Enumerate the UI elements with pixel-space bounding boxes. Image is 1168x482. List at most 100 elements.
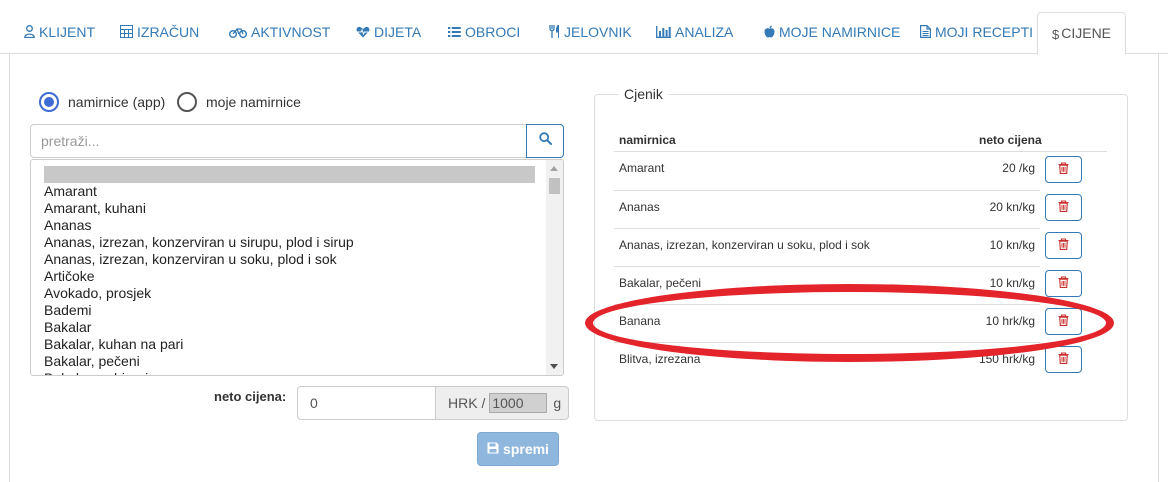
price-row-value: 10 kn/kg bbox=[989, 276, 1035, 290]
tab-label: KLIJENT bbox=[39, 24, 96, 40]
col-header-food: namirnica bbox=[619, 133, 676, 147]
food-list-option[interactable] bbox=[44, 166, 535, 183]
radio-app-foods[interactable]: namirnice (app) bbox=[39, 92, 165, 112]
save-button[interactable]: spremi bbox=[477, 432, 559, 466]
food-list-option[interactable]: Bakalar, pečeni bbox=[44, 353, 535, 370]
price-row-food: Ananas, izrezan, konzerviran u soku, plo… bbox=[619, 238, 870, 252]
food-list-option[interactable]: Avokado, prosjek bbox=[44, 285, 535, 302]
food-list-option[interactable]: Bakalar, kuhan na pari bbox=[44, 336, 535, 353]
tab-label: OBROCI bbox=[465, 24, 521, 40]
tab-label: ANALIZA bbox=[675, 24, 734, 40]
trash-icon bbox=[1058, 200, 1069, 215]
food-list-option[interactable]: Bakalar, pohirani bbox=[44, 370, 535, 375]
price-row-cells: Amarant 20 /kg bbox=[614, 152, 1040, 190]
food-list-option[interactable]: Ananas, izrezan, konzerviran u soku, plo… bbox=[44, 251, 535, 268]
net-price-label: neto cijena: bbox=[214, 389, 287, 404]
heartbeat-icon bbox=[356, 26, 370, 41]
price-table-header: namirnica neto cijena bbox=[614, 124, 1107, 152]
price-row-value: 10 hrk/kg bbox=[985, 314, 1035, 328]
trash-icon bbox=[1058, 276, 1069, 291]
tab-aktivnost[interactable]: AKTIVNOST bbox=[229, 14, 330, 54]
tab-label: MOJE NAMIRNICE bbox=[779, 24, 901, 40]
trash-icon bbox=[1058, 238, 1069, 253]
tab-obroci[interactable]: OBROCI bbox=[448, 14, 520, 54]
price-table-row: Ananas 20 kn/kg bbox=[614, 190, 1107, 228]
tab-label: DIJETA bbox=[374, 24, 422, 40]
save-label: spremi bbox=[503, 441, 549, 457]
price-row-cells: Bakalar, pečeni 10 kn/kg bbox=[614, 266, 1040, 304]
price-row-cells: Ananas 20 kn/kg bbox=[614, 190, 1040, 228]
radio-mine-label: moje namirnice bbox=[206, 94, 301, 110]
radio-my-foods[interactable]: moje namirnice bbox=[177, 92, 301, 112]
delete-price-button[interactable] bbox=[1045, 270, 1082, 297]
scroll-up-arrow-icon[interactable] bbox=[550, 166, 558, 171]
price-list-legend: Cjenik bbox=[618, 86, 669, 102]
quantity-input[interactable]: 1000 bbox=[489, 393, 548, 413]
search-input[interactable] bbox=[31, 125, 526, 157]
delete-price-button[interactable] bbox=[1045, 232, 1082, 259]
cutlery-icon bbox=[549, 23, 560, 41]
price-row-value: 20 /kg bbox=[1002, 161, 1035, 175]
scroll-down-arrow-icon[interactable] bbox=[550, 364, 558, 369]
tab-izracun[interactable]: IZRAČUN bbox=[120, 14, 199, 54]
net-price-input[interactable]: 0 bbox=[297, 386, 436, 420]
tab-dijeta[interactable]: DIJETA bbox=[356, 14, 421, 54]
tab-label: MOJI RECEPTI bbox=[935, 24, 1034, 40]
food-list-option[interactable]: Artičoke bbox=[44, 268, 535, 285]
food-list-option[interactable]: Ananas bbox=[44, 217, 535, 234]
tab-cijene[interactable]: $ CIJENE bbox=[1037, 12, 1127, 55]
food-list-option[interactable]: Ananas, izrezan, konzerviran u sirupu, p… bbox=[44, 234, 535, 251]
tab-label: IZRAČUN bbox=[137, 24, 200, 40]
tab-moje-namirnice[interactable]: MOJE NAMIRNICE bbox=[764, 14, 900, 54]
listbox-scrollbar[interactable] bbox=[546, 160, 563, 375]
search-button[interactable] bbox=[526, 124, 564, 158]
delete-price-button[interactable] bbox=[1045, 346, 1082, 373]
food-list-option[interactable]: Bademi bbox=[44, 302, 535, 319]
radio-checked-icon[interactable] bbox=[39, 92, 59, 112]
scroll-thumb[interactable] bbox=[549, 178, 560, 194]
delete-price-button[interactable] bbox=[1045, 308, 1082, 335]
trash-icon bbox=[1058, 314, 1069, 329]
price-row-food: Amarant bbox=[619, 161, 665, 175]
unit-label: g bbox=[553, 395, 562, 411]
food-list-option[interactable]: Amarant, kuhani bbox=[44, 200, 535, 217]
list-icon bbox=[448, 26, 461, 41]
tab-moji-recepti[interactable]: MOJI RECEPTI bbox=[920, 14, 1033, 54]
nav-tabs: KLIJENT IZRAČUN AKTIVNOST DIJETA OBROCI … bbox=[0, 0, 1168, 55]
price-row-cells: Blitva, izrezana 150 hrk/kg bbox=[614, 342, 1040, 380]
delete-price-button[interactable] bbox=[1045, 194, 1082, 221]
currency-label: HRK / bbox=[448, 395, 486, 411]
price-row-food: Bakalar, pečeni bbox=[619, 276, 702, 290]
price-table-row: Blitva, izrezana 150 hrk/kg bbox=[614, 342, 1107, 380]
trash-icon bbox=[1058, 162, 1069, 177]
price-table-body: Amarant 20 /kg Ananas 20 kn/kg Ananas, izrez… bbox=[614, 152, 1107, 380]
price-table-row: Bakalar, pečeni 10 kn/kg bbox=[614, 266, 1107, 304]
search-icon bbox=[538, 132, 552, 150]
apple-icon bbox=[764, 25, 775, 41]
price-unit-addon: HRK / 1000 g bbox=[436, 386, 569, 420]
tab-analiza[interactable]: ANALIZA bbox=[656, 14, 733, 54]
tab-label: AKTIVNOST bbox=[251, 24, 331, 40]
user-icon bbox=[24, 25, 35, 41]
food-search-group bbox=[30, 124, 564, 158]
tab-klijent[interactable]: KLIJENT bbox=[24, 14, 95, 54]
price-table-row: Amarant 20 /kg bbox=[614, 152, 1107, 190]
tab-jelovnik[interactable]: JELOVNIK bbox=[549, 14, 632, 54]
trash-icon bbox=[1058, 352, 1069, 367]
food-list-option[interactable]: Bakalar bbox=[44, 319, 535, 336]
price-row-food: Blitva, izrezana bbox=[619, 352, 701, 366]
price-row-food: Ananas bbox=[619, 200, 660, 214]
radio-app-label: namirnice (app) bbox=[68, 94, 166, 110]
food-listbox[interactable]: Amarant Amarant, kuhani Ananas Ananas, izre… bbox=[30, 159, 564, 376]
price-row-value: 20 kn/kg bbox=[989, 200, 1035, 214]
price-row-cells: Ananas, izrezan, konzerviran u soku, plo… bbox=[614, 228, 1040, 266]
tab-label: JELOVNIK bbox=[564, 24, 632, 40]
price-table: namirnica neto cijena Amarant 20 /kg Anana… bbox=[614, 124, 1107, 380]
price-table-row: Banana 10 hrk/kg bbox=[614, 304, 1107, 342]
food-list-option[interactable]: Amarant bbox=[44, 183, 535, 200]
delete-price-button[interactable] bbox=[1045, 156, 1082, 183]
price-row-value: 150 hrk/kg bbox=[978, 352, 1035, 366]
price-row-value: 10 kn/kg bbox=[989, 238, 1035, 252]
price-row-food: Banana bbox=[619, 314, 661, 328]
radio-unchecked-icon[interactable] bbox=[177, 92, 197, 112]
